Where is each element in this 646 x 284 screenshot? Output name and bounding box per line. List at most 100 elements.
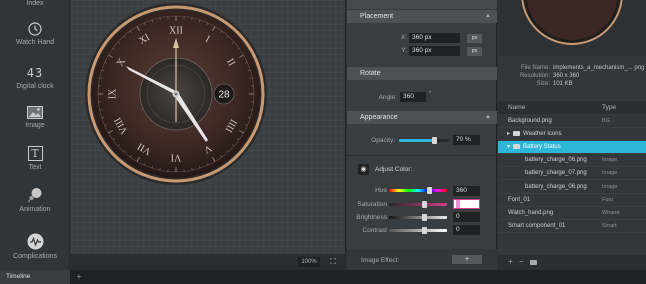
tree-row-label: Battery Status [523,144,561,151]
saturation-slider-track[interactable] [389,203,447,206]
collapse-icon: ▲ [485,114,491,120]
watch-date: 28 [218,90,230,101]
saturation-slider-knob[interactable] [422,201,427,208]
opacity-input[interactable]: 70 % [453,135,480,145]
add-tab-button[interactable]: + [74,270,84,284]
angle-input[interactable]: 360 [400,92,426,102]
tree-file-row[interactable]: Font_01 Font [498,194,646,207]
tree-row-label: battery_charge_07.png [525,170,587,177]
watch-numeral: XII [169,26,183,37]
tree-row-name: Font_01 [508,194,530,207]
contrast-slider-track[interactable] [389,229,447,232]
hue-label: Hue [375,187,387,194]
opacity-label: Opacity: [371,137,395,144]
collapse-arrow-icon[interactable]: ▾ [507,144,510,150]
size-row: Size: 101 KB [498,81,646,87]
rotate-header[interactable]: Rotate [347,67,497,80]
remove-resource-button[interactable]: − [519,257,524,266]
add-image-effect-button[interactable]: + [452,255,482,264]
tree-row-type: Image [602,183,618,190]
tool-index-label: Index [26,0,44,7]
tool-complications[interactable]: Complications [0,233,70,260]
file-name-key: File Name: [520,65,550,71]
watch-face-preview[interactable]: XIIIIIIIIIVVIVIIVIIIIXXXI 28 [71,0,346,254]
tree-row-type: Image [602,170,618,177]
tree-row-type: BG [602,118,610,124]
canvas-area[interactable]: XII I II IIII V VI VII VIII IX X XI 28 100% ⛶ [71,0,346,270]
appearance-title: Appearance [360,114,398,121]
expand-arrow-icon[interactable]: ▸ [507,131,510,137]
tool-index[interactable]: Index [0,0,70,7]
type-column-header[interactable]: Type [602,101,616,114]
tree-row-name: Smart component_01 [508,220,565,233]
tool-image-label: Image [25,122,45,129]
x-input[interactable]: 360 px [409,33,460,43]
size-value: 101 KB [553,81,573,87]
x-label: X: [400,34,407,41]
placement-header[interactable]: Placement ▲ [347,10,497,23]
text-cursor-icon [456,200,460,208]
tool-watch-hand[interactable]: Watch Hand [0,22,70,46]
tree-row-label: Weather Icons [523,131,562,138]
preview-watch-image [521,0,623,45]
tree-file-row[interactable]: Watch_hand.png Whand [498,207,646,220]
folder-icon [513,131,521,137]
resource-preview [498,0,646,56]
tree-folder-row[interactable]: ▾ Battery Status [498,141,646,155]
tree-file-row[interactable]: battery_charge_06.png Image [498,154,646,168]
left-toolbar: Index Watch Hand 43 Digital clock Image … [0,0,70,270]
tree-file-row[interactable]: battery_charge_07.png Image [498,167,646,181]
resolution-key: Resolution: [519,73,550,79]
y-input[interactable]: 360 px [409,46,460,56]
brightness-slider-knob[interactable] [422,214,427,221]
text-icon: T [27,146,43,161]
resolution-row: Resolution: 360 x 360 [498,73,646,79]
tool-digital-clock[interactable]: 43 Digital clock [0,66,70,90]
tree-file-row[interactable]: Smart component_01 Smart [498,220,646,233]
tree-row-label: Background.png [508,118,552,124]
tree-row-label: battery_charge_06.png [525,157,587,164]
angle-label: Angle: [378,94,397,101]
tree-file-row[interactable]: battery_charge_06.png Image [498,181,646,194]
tree-row-label: Font_01 [508,196,531,203]
tree-row-name: battery_charge_06.png [525,181,587,194]
tree-file-row[interactable]: Background.png BG [498,115,646,128]
eye-icon[interactable]: ◉ [358,164,369,175]
zoom-level-field[interactable]: 100% [298,257,320,267]
brightness-input[interactable]: 0 [453,212,480,222]
tree-row-type: Image [602,157,618,164]
tool-image[interactable]: Image [0,106,70,129]
y-unit-button[interactable]: px [467,47,482,56]
adjust-color-title: Adjust Color: [375,166,413,173]
tool-animation[interactable]: Animation [0,187,70,213]
hue-slider-knob[interactable] [427,187,432,194]
appearance-header[interactable]: Appearance ▲ [347,111,497,124]
complications-icon [27,233,43,250]
name-column-header[interactable]: Name [508,101,525,114]
tool-complications-label: Complications [13,253,57,260]
tree-row-label: battery_charge_06.png [525,183,587,190]
properties-panel: Placement ▲ X: 360 px px Y: 360 px px Ro… [347,0,497,270]
tool-text[interactable]: T Text [0,146,70,171]
hue-input[interactable]: 360 [453,186,480,196]
resource-footer: + − [498,255,646,270]
saturation-label: Saturation [357,201,387,208]
size-key: Size: [536,81,550,87]
folder-icon[interactable] [530,260,537,265]
x-unit-button[interactable]: px [467,34,482,43]
opacity-slider-knob[interactable] [431,137,437,144]
contrast-input[interactable]: 0 [453,225,480,235]
opacity-slider-track[interactable] [399,139,449,142]
bottom-tabbar: Timeline + [0,270,646,284]
tree-row-name: ▸ Weather Icons [507,128,562,141]
tree-row-name: ▾ Battery Status [507,141,561,154]
fit-screen-icon[interactable]: ⛶ [326,257,340,267]
tree-folder-row[interactable]: ▸ Weather Icons [498,128,646,142]
animation-icon [27,188,42,203]
hue-slider-track[interactable] [389,189,447,192]
tab-timeline[interactable]: Timeline [0,270,70,284]
brightness-slider-track[interactable] [389,216,447,219]
contrast-slider-knob[interactable] [422,227,427,234]
add-resource-button[interactable]: + [508,257,513,266]
tool-digital-clock-label: Digital clock [16,83,54,90]
